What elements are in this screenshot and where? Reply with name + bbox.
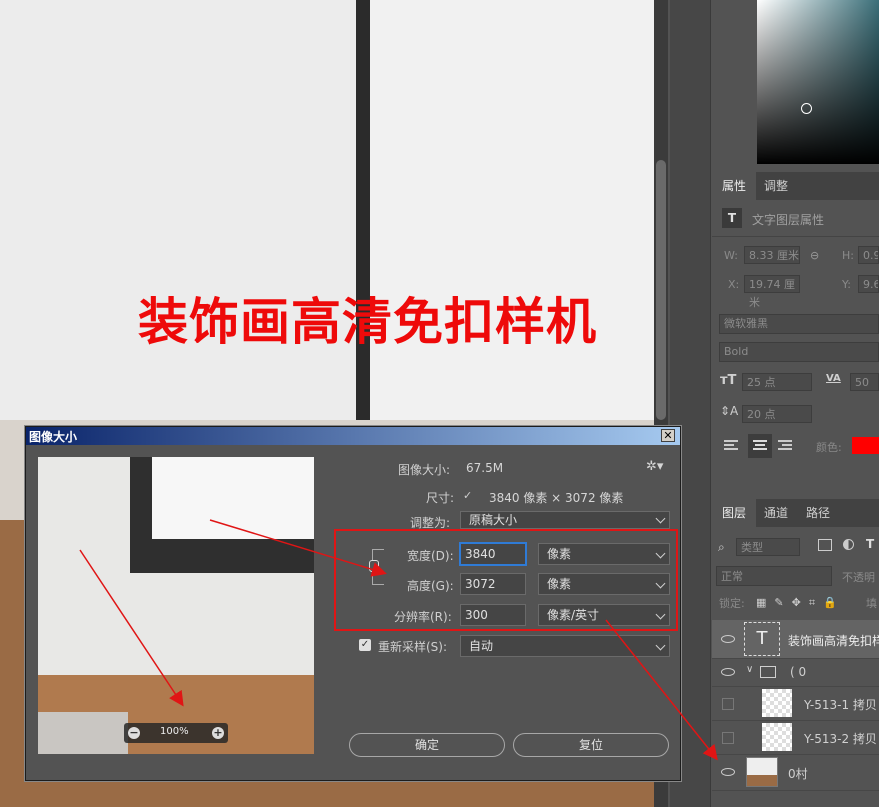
arrow-to-layer	[605, 619, 718, 761]
annotation-arrows	[79, 519, 718, 761]
arrow-to-preview	[79, 549, 184, 707]
arrow-to-link	[209, 519, 387, 577]
